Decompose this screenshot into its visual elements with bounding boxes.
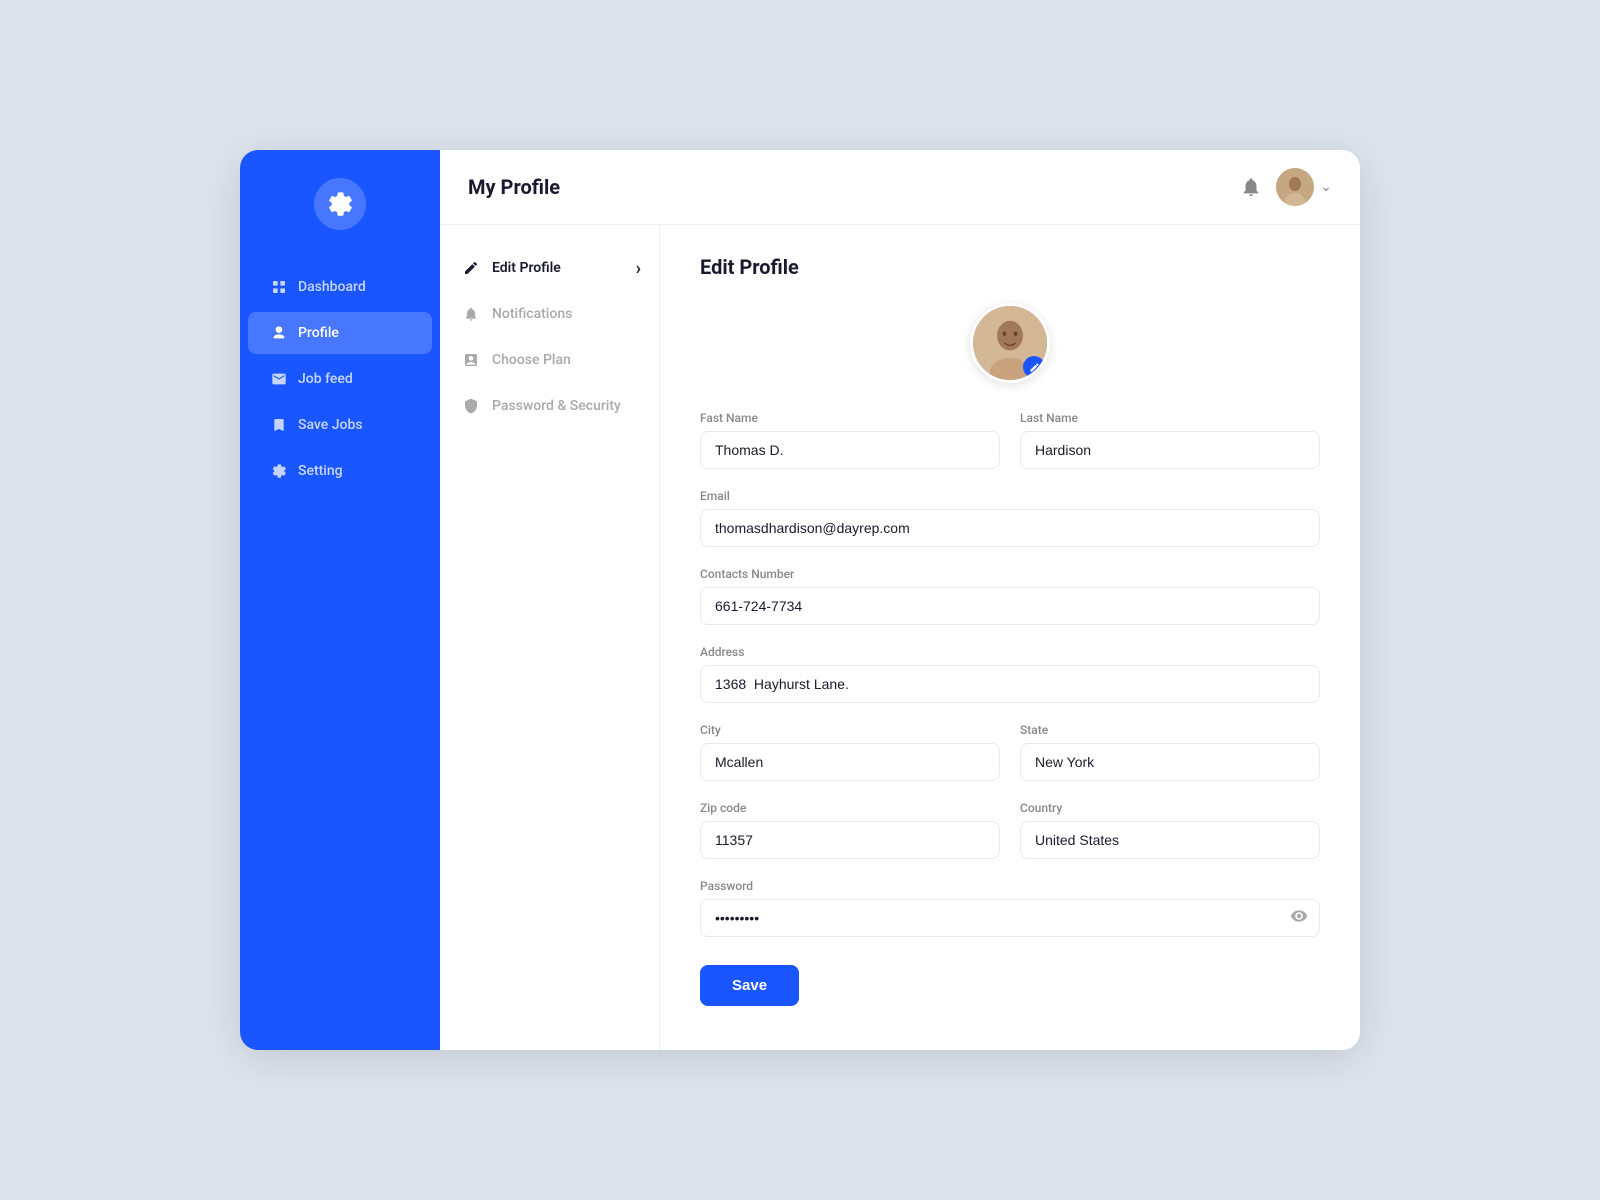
- pencil-icon: [462, 259, 480, 277]
- sub-nav-item-label: Notifications: [492, 306, 572, 322]
- state-group: State: [1020, 723, 1320, 781]
- city-input[interactable]: [700, 743, 1000, 781]
- sidebar-item-profile[interactable]: Profile: [248, 312, 432, 354]
- sidebar-item-setting[interactable]: Setting: [248, 450, 432, 492]
- state-label: State: [1020, 723, 1320, 737]
- top-header: My Profile ⌄: [440, 150, 1360, 225]
- chevron-down-icon: ⌄: [1320, 179, 1332, 195]
- contacts-input[interactable]: [700, 587, 1320, 625]
- header-right: ⌄: [1240, 168, 1332, 206]
- address-row: Address: [700, 645, 1320, 703]
- avatar: [1276, 168, 1314, 206]
- avatar-section: [700, 303, 1320, 383]
- mail-icon: [270, 370, 288, 388]
- sidebar-item-job-feed[interactable]: Job feed: [248, 358, 432, 400]
- sidebar-item-save-jobs[interactable]: Save Jobs: [248, 404, 432, 446]
- plan-icon: [462, 351, 480, 369]
- country-group: Country: [1020, 801, 1320, 859]
- email-label: Email: [700, 489, 1320, 503]
- settings-icon: [270, 462, 288, 480]
- content-area: Edit Profile Notifications Choose Plan: [440, 225, 1360, 1050]
- form-panel: Edit Profile: [660, 225, 1360, 1050]
- edit-avatar-button[interactable]: [1023, 356, 1045, 378]
- logo-gear-icon: [326, 190, 354, 218]
- bookmark-icon: [270, 416, 288, 434]
- password-input[interactable]: [700, 899, 1320, 937]
- form-title: Edit Profile: [700, 255, 1320, 279]
- country-label: Country: [1020, 801, 1320, 815]
- notification-bell-icon[interactable]: [1240, 176, 1262, 198]
- sidebar-item-label: Save Jobs: [298, 417, 363, 433]
- bell-small-icon: [462, 305, 480, 323]
- password-row: Password: [700, 879, 1320, 937]
- email-group: Email: [700, 489, 1320, 547]
- last-name-label: Last Name: [1020, 411, 1320, 425]
- sub-nav-edit-profile[interactable]: Edit Profile: [440, 245, 659, 291]
- password-label: Password: [700, 879, 1320, 893]
- sidebar-item-label: Profile: [298, 325, 339, 341]
- sidebar-item-label: Job feed: [298, 371, 353, 387]
- main-area: My Profile ⌄: [440, 150, 1360, 1050]
- contacts-row: Contacts Number: [700, 567, 1320, 625]
- email-row: Email: [700, 489, 1320, 547]
- contacts-group: Contacts Number: [700, 567, 1320, 625]
- city-state-row: City State: [700, 723, 1320, 781]
- sidebar-item-label: Setting: [298, 463, 343, 479]
- sub-nav-notifications[interactable]: Notifications: [440, 291, 659, 337]
- zip-input[interactable]: [700, 821, 1000, 859]
- sub-nav-choose-plan[interactable]: Choose Plan: [440, 337, 659, 383]
- user-icon: [270, 324, 288, 342]
- address-input[interactable]: [700, 665, 1320, 703]
- sidebar-navigation: Dashboard Profile Job feed: [240, 266, 440, 492]
- zip-label: Zip code: [700, 801, 1000, 815]
- address-group: Address: [700, 645, 1320, 703]
- sub-nav-password-security[interactable]: Password & Security: [440, 383, 659, 429]
- sidebar-logo: [314, 178, 366, 230]
- first-name-input[interactable]: [700, 431, 1000, 469]
- state-input[interactable]: [1020, 743, 1320, 781]
- sidebar-item-label: Dashboard: [298, 279, 366, 295]
- city-group: City: [700, 723, 1000, 781]
- last-name-input[interactable]: [1020, 431, 1320, 469]
- zip-group: Zip code: [700, 801, 1000, 859]
- country-input[interactable]: [1020, 821, 1320, 859]
- city-label: City: [700, 723, 1000, 737]
- shield-icon: [462, 397, 480, 415]
- address-label: Address: [700, 645, 1320, 659]
- zip-country-row: Zip code Country: [700, 801, 1320, 859]
- name-row: Fast Name Last Name: [700, 411, 1320, 469]
- sub-navigation: Edit Profile Notifications Choose Plan: [440, 225, 660, 1050]
- app-container: Dashboard Profile Job feed: [240, 150, 1360, 1050]
- user-avatar-button[interactable]: ⌄: [1276, 168, 1332, 206]
- save-button[interactable]: Save: [700, 965, 799, 1006]
- contacts-label: Contacts Number: [700, 567, 1320, 581]
- sidebar: Dashboard Profile Job feed: [240, 150, 440, 1050]
- sub-nav-item-label: Password & Security: [492, 398, 621, 414]
- password-group: Password: [700, 879, 1320, 937]
- toggle-password-icon[interactable]: [1290, 907, 1308, 929]
- sub-nav-item-label: Edit Profile: [492, 260, 561, 276]
- last-name-group: Last Name: [1020, 411, 1320, 469]
- sub-nav-item-label: Choose Plan: [492, 352, 571, 368]
- profile-avatar: [970, 303, 1050, 383]
- page-title: My Profile: [468, 175, 560, 199]
- sidebar-item-dashboard[interactable]: Dashboard: [248, 266, 432, 308]
- grid-icon: [270, 278, 288, 296]
- email-input[interactable]: [700, 509, 1320, 547]
- first-name-label: Fast Name: [700, 411, 1000, 425]
- first-name-group: Fast Name: [700, 411, 1000, 469]
- password-wrap: [700, 899, 1320, 937]
